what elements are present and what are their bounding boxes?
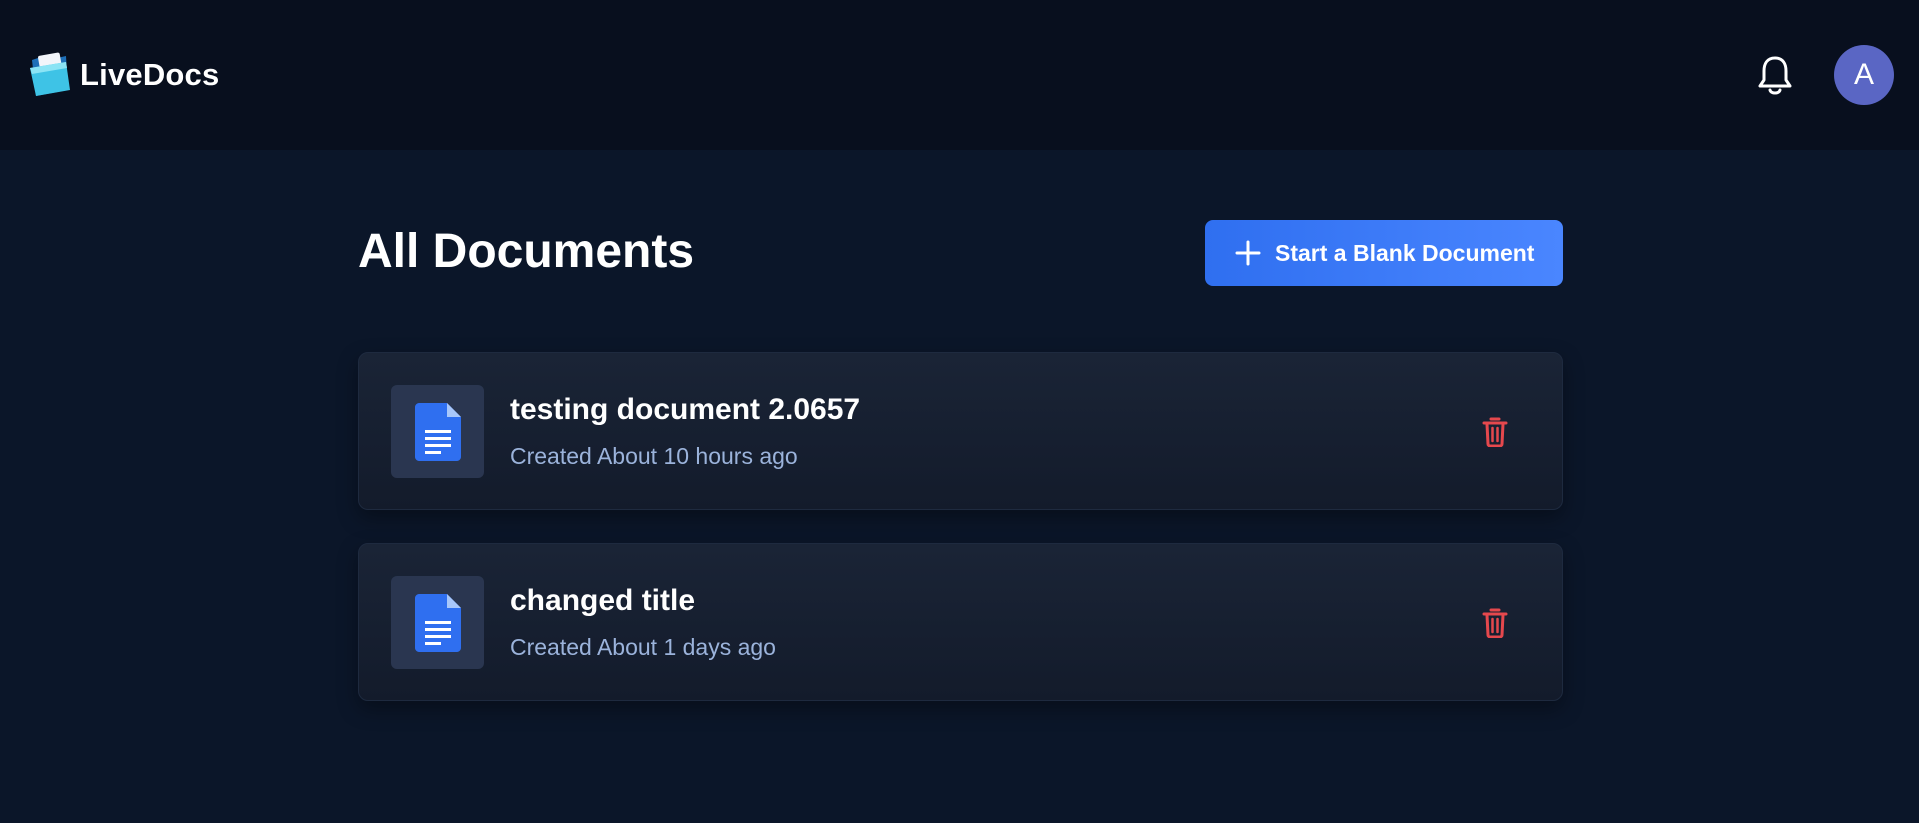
document-title[interactable]: changed title <box>510 584 695 618</box>
plus-icon <box>1235 240 1261 266</box>
trash-icon <box>1482 608 1508 638</box>
app-logo[interactable]: LiveDocs <box>28 50 219 100</box>
page-title: All Documents <box>358 225 695 278</box>
folder-logo-icon <box>30 52 70 96</box>
document-thumbnail <box>391 576 484 669</box>
delete-document-button[interactable] <box>1479 607 1511 639</box>
start-blank-document-button[interactable]: Start a Blank Document <box>1205 220 1563 286</box>
document-thumbnail <box>391 385 484 478</box>
document-created-date: Created About 1 days ago <box>510 634 776 660</box>
document-icon <box>414 593 461 652</box>
top-navbar: LiveDocs A <box>0 0 1919 150</box>
delete-document-button[interactable] <box>1479 416 1511 448</box>
document-card[interactable]: testing document 2.0657 Created About 10… <box>358 352 1563 510</box>
document-icon <box>414 402 461 461</box>
app-name: LiveDocs <box>80 57 220 92</box>
document-card[interactable]: changed title Created About 1 days ago <box>358 543 1563 701</box>
bell-icon <box>1758 56 1792 95</box>
trash-icon <box>1482 417 1508 447</box>
document-title[interactable]: testing document 2.0657 <box>510 393 860 427</box>
start-blank-document-label: Start a Blank Document <box>1275 239 1535 266</box>
document-created-date: Created About 10 hours ago <box>510 443 798 469</box>
notifications-button[interactable] <box>1755 53 1795 97</box>
user-avatar[interactable]: A <box>1834 45 1894 105</box>
